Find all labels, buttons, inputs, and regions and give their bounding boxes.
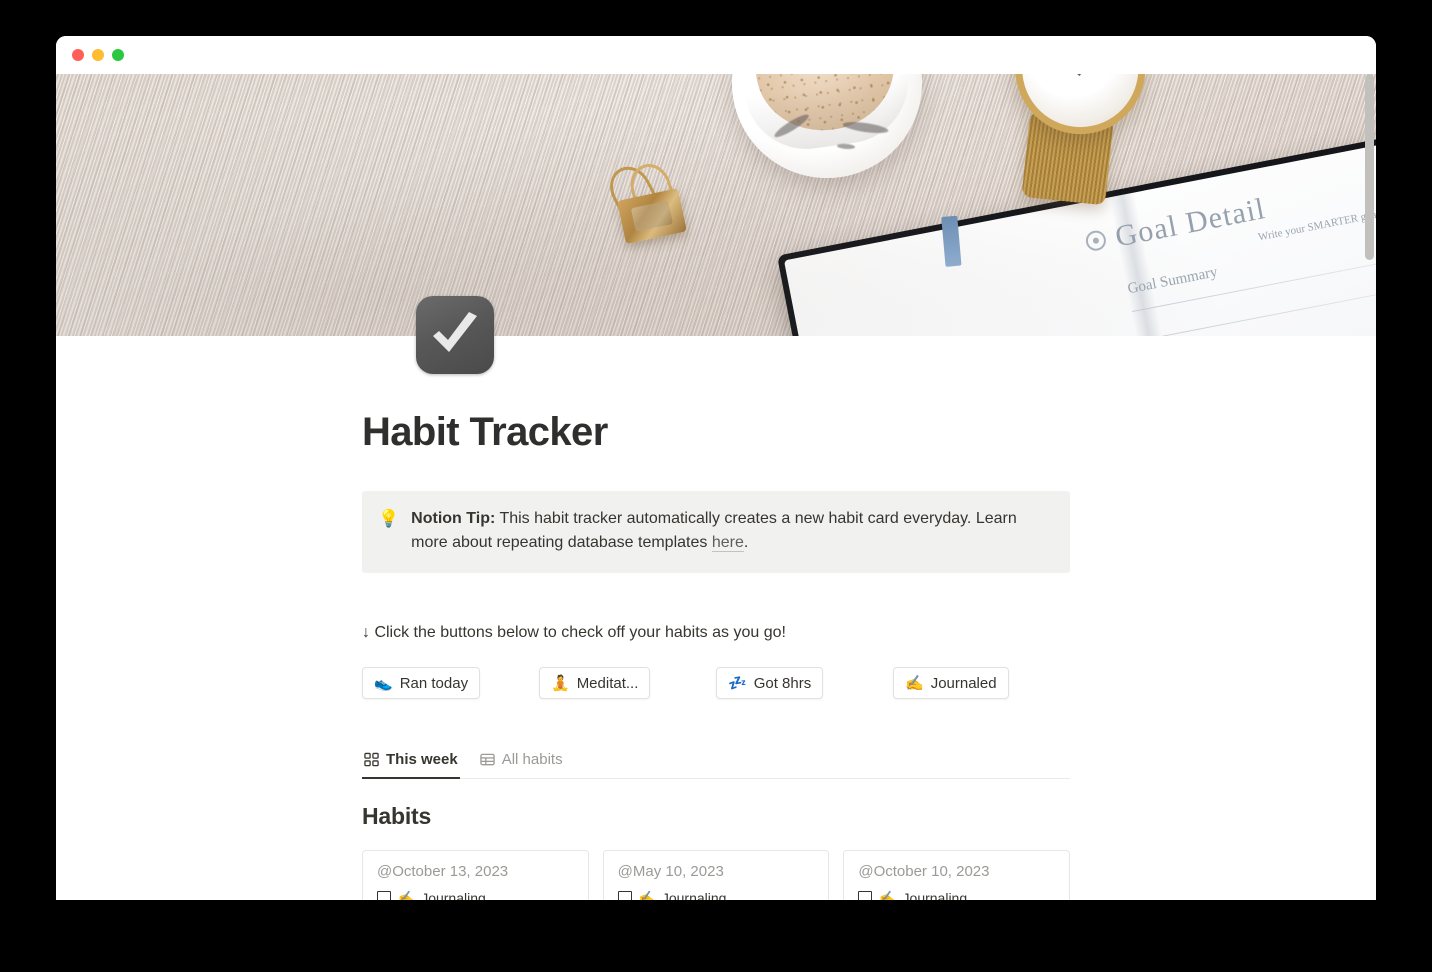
habit-card[interactable]: @October 10, 2023 ✍️ Journaling 👟 Runnin… — [843, 850, 1071, 900]
writing-hand-icon: ✍️ — [905, 675, 924, 692]
checkbox-journaling[interactable] — [617, 891, 632, 900]
card-habit-row[interactable]: ✍️ Journaling — [377, 890, 574, 900]
card-habit-row[interactable]: ✍️ Journaling — [617, 890, 815, 900]
habit-label-journaling: Journaling — [421, 890, 486, 900]
callout-body-after: . — [743, 534, 749, 551]
journaled-button[interactable]: ✍️ Journaled — [893, 667, 1009, 699]
desktop-backdrop: Goal Detail Goal Summary Write your SMAR… — [0, 0, 1432, 972]
journaled-label: Journaled — [930, 674, 997, 692]
meditated-button[interactable]: 🧘 Meditat... — [539, 667, 651, 699]
running-shoe-icon: 👟 — [374, 675, 393, 692]
page-content-column: Habit Tracker 💡 Notion Tip: This habit t… — [362, 336, 1071, 900]
habit-label-journaling: Journaling — [902, 890, 968, 900]
ran-today-label: Ran today — [399, 674, 469, 692]
habit-card[interactable]: @October 13, 2023 ✍️ Journaling 👟 Runnin… — [362, 850, 589, 900]
maximize-button[interactable] — [112, 49, 124, 61]
callout-text: Notion Tip: This habit tracker automatic… — [411, 507, 1054, 555]
habit-button-slot: 👟 Ran today — [362, 667, 539, 699]
tab-all-habits-label: All habits — [501, 751, 563, 768]
writing-hand-icon: ✍️ — [879, 890, 896, 900]
app-window: Goal Detail Goal Summary Write your SMAR… — [56, 36, 1376, 900]
page-body: Habit Tracker 💡 Notion Tip: This habit t… — [56, 296, 1376, 900]
page-cover-image: Goal Detail Goal Summary Write your SMAR… — [56, 74, 1376, 336]
callout-here-link[interactable]: here — [711, 534, 744, 552]
database-view-tabs: This week All habits — [362, 751, 1070, 779]
cover-vignette — [56, 74, 1376, 336]
checkmark-icon[interactable] — [416, 296, 494, 374]
tab-this-week-label: This week — [386, 751, 458, 768]
card-date: @October 13, 2023 — [377, 863, 509, 880]
table-view-icon — [479, 752, 495, 767]
checkbox-journaling[interactable] — [377, 891, 391, 900]
instruction-text: ↓ Click the buttons below to check off y… — [362, 624, 786, 641]
tab-this-week[interactable]: This week — [362, 751, 460, 779]
checkbox-journaling[interactable] — [858, 891, 873, 900]
card-habit-row[interactable]: ✍️ Journaling — [858, 890, 1055, 900]
habit-label-journaling: Journaling — [661, 890, 727, 900]
card-date: @October 10, 2023 — [858, 863, 990, 880]
database-title: Habits — [362, 803, 432, 829]
callout-lead: Notion Tip: — [411, 510, 496, 527]
tab-all-habits[interactable]: All habits — [478, 751, 565, 779]
notion-tip-callout: 💡 Notion Tip: This habit tracker automat… — [362, 491, 1070, 573]
scrollbar-thumb[interactable] — [1365, 74, 1374, 260]
sleep-zzz-icon: 💤 — [728, 675, 747, 692]
window-titlebar — [56, 36, 1376, 74]
page-scroll-area[interactable]: Goal Detail Goal Summary Write your SMAR… — [56, 74, 1376, 900]
habit-button-slot: ✍️ Journaled — [893, 667, 1070, 699]
gallery-view-icon — [364, 752, 379, 767]
lightbulb-icon: 💡 — [378, 509, 400, 528]
writing-hand-icon: ✍️ — [638, 890, 655, 900]
close-button[interactable] — [72, 49, 84, 61]
minimize-button[interactable] — [92, 49, 104, 61]
habit-card[interactable]: @May 10, 2023 ✍️ Journaling 👟 Running — [602, 850, 830, 900]
vertical-scrollbar[interactable] — [1363, 74, 1376, 900]
ran-today-button[interactable]: 👟 Ran today — [362, 667, 481, 699]
card-date: @May 10, 2023 — [617, 863, 724, 880]
meditated-label: Meditat... — [576, 674, 639, 692]
meditation-icon: 🧘 — [551, 675, 570, 692]
habit-buttons-row: 👟 Ran today 🧘 Meditat... 💤 Got 8hrs ✍️ J… — [362, 667, 1070, 699]
got-8hrs-label: Got 8hrs — [753, 674, 812, 692]
habit-button-slot: 🧘 Meditat... — [539, 667, 716, 699]
writing-hand-icon: ✍️ — [398, 890, 415, 900]
got-8hrs-button[interactable]: 💤 Got 8hrs — [716, 667, 824, 699]
habit-cards-gallery: @October 13, 2023 ✍️ Journaling 👟 Runnin… — [362, 850, 1071, 900]
habit-button-slot: 💤 Got 8hrs — [716, 667, 893, 699]
